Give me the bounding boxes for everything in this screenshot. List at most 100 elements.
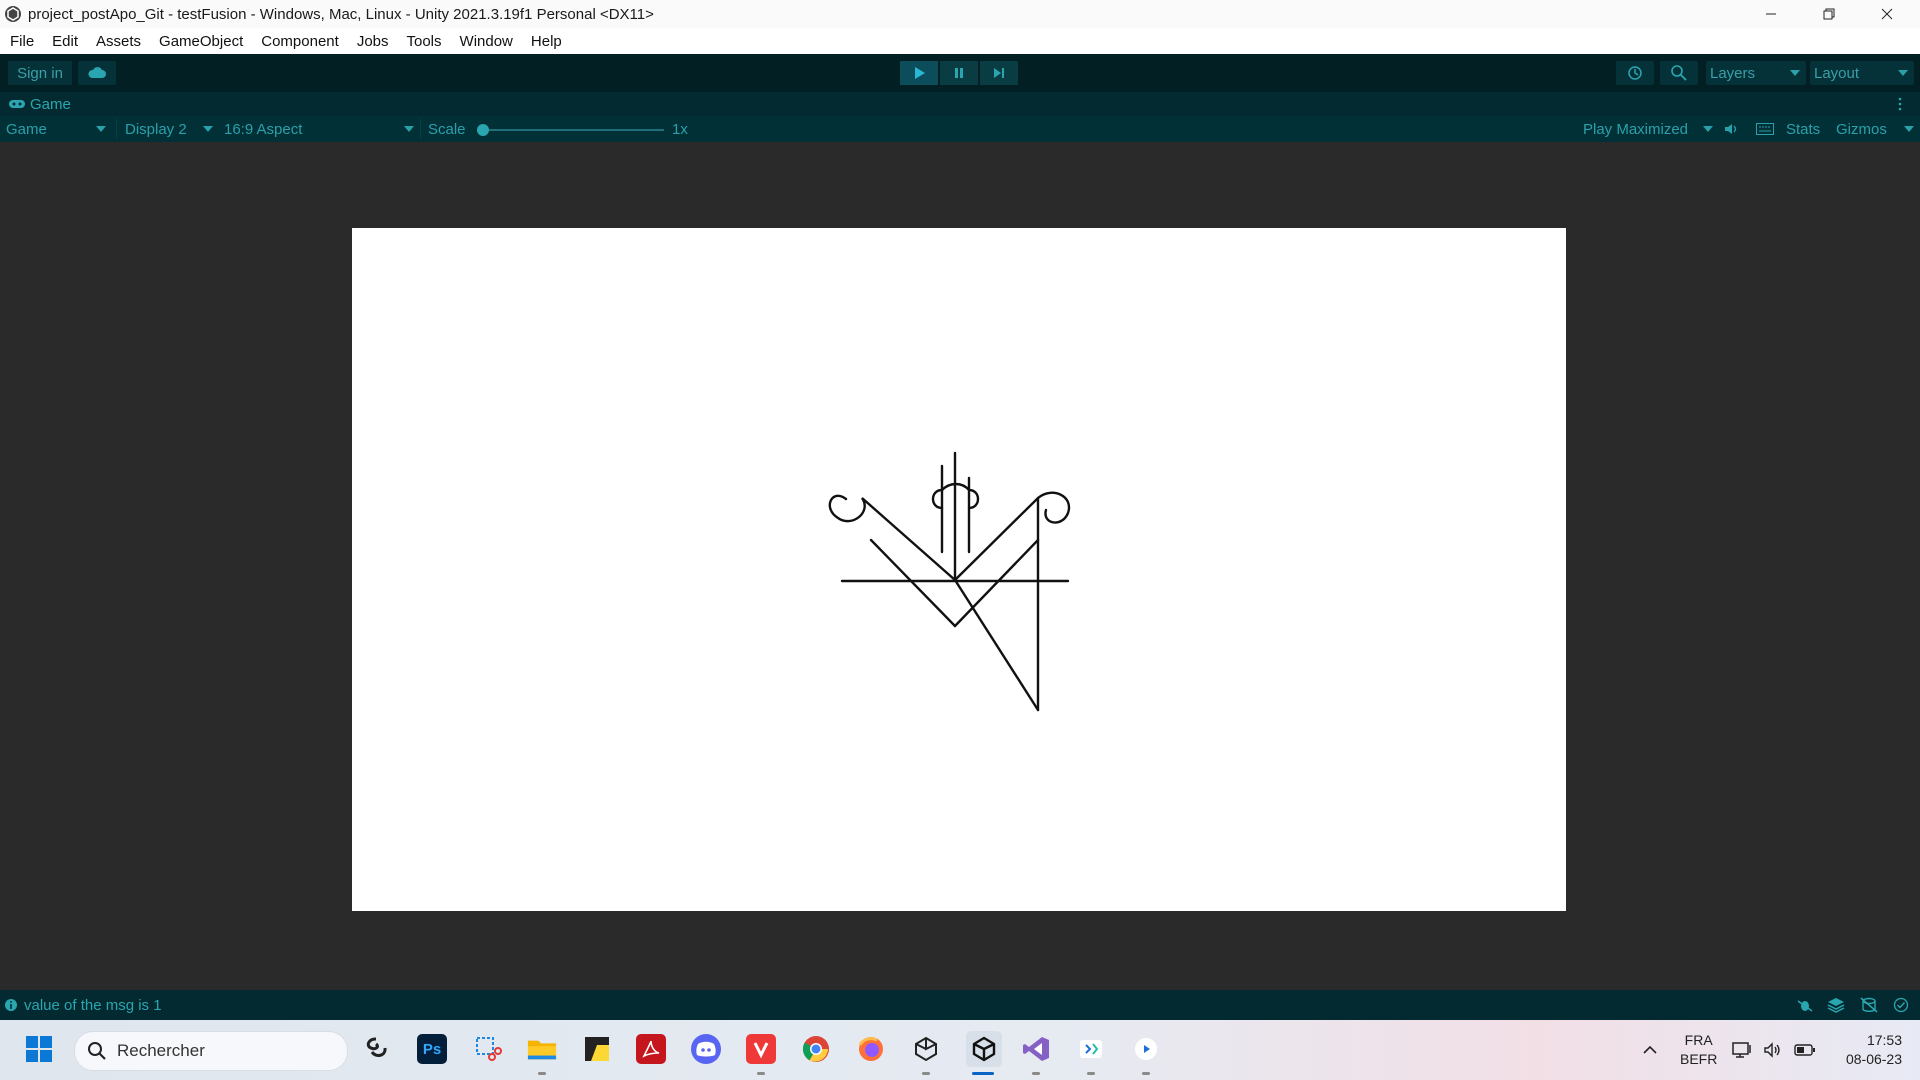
title-bar: project_postApo_Git - testFusion - Windo…: [0, 0, 1920, 28]
game-mode-dropdown[interactable]: Game: [6, 116, 110, 142]
start-button[interactable]: [24, 1034, 54, 1064]
play-icon: [915, 67, 925, 79]
aspect-dropdown[interactable]: 16:9 Aspect: [224, 116, 416, 142]
photoshop-app-icon[interactable]: Ps: [417, 1034, 447, 1064]
chrome-app-icon[interactable]: [801, 1034, 831, 1064]
windows-logo-icon: [26, 1036, 52, 1062]
layers-label: Layers: [1710, 64, 1756, 82]
copilot-icon: [366, 1037, 387, 1057]
step-button[interactable]: [980, 61, 1018, 85]
firefox-app-icon[interactable]: [856, 1034, 886, 1064]
layers-stack-icon[interactable]: [1827, 997, 1845, 1013]
cloud-button[interactable]: [78, 61, 116, 85]
acrobat-icon: [642, 1040, 660, 1058]
chevron-up-icon: [1643, 1045, 1657, 1054]
layout-dropdown[interactable]: Layout: [1810, 61, 1914, 85]
menu-edit[interactable]: Edit: [42, 33, 86, 50]
menu-tools[interactable]: Tools: [397, 33, 450, 50]
mute-audio-toggle[interactable]: [1722, 116, 1742, 142]
minimize-button[interactable]: [1742, 0, 1800, 28]
game-tab-bar: Game: [0, 92, 1920, 116]
language-indicator[interactable]: FRA BEFR: [1680, 1020, 1717, 1080]
scale-slider-track[interactable]: [484, 129, 664, 131]
snipping-tool-app-icon[interactable]: [473, 1034, 503, 1064]
visual-studio-app-icon[interactable]: [1021, 1034, 1051, 1064]
menu-window[interactable]: Window: [450, 33, 521, 50]
shortcuts-toggle[interactable]: [1754, 116, 1776, 142]
history-button[interactable]: [1616, 61, 1654, 85]
visual-studio-icon: [1023, 1037, 1049, 1061]
network-icon: [1732, 1042, 1751, 1058]
unity-logo-icon: [5, 6, 21, 22]
menu-jobs[interactable]: Jobs: [347, 33, 397, 50]
acrobat-app-icon[interactable]: [636, 1034, 666, 1064]
scale-value: 1x: [672, 120, 688, 138]
close-button[interactable]: [1858, 0, 1916, 28]
unity-hub-app-icon[interactable]: [911, 1034, 941, 1064]
status-bar: value of the msg is 1: [0, 990, 1920, 1020]
unity-editor-app-icon[interactable]: [966, 1031, 1002, 1067]
display-dropdown[interactable]: Display 2: [125, 116, 215, 142]
history-icon: [1628, 66, 1642, 80]
sticky-note-icon: [585, 1037, 609, 1061]
pause-button[interactable]: [940, 61, 978, 85]
play-button[interactable]: [900, 61, 938, 85]
menu-gameobject[interactable]: GameObject: [149, 33, 251, 50]
file-explorer-app-icon[interactable]: [527, 1034, 557, 1064]
stats-label: Stats: [1786, 120, 1821, 138]
running-indicator: [1032, 1072, 1040, 1075]
menu-help[interactable]: Help: [521, 33, 570, 50]
discord-app-icon[interactable]: [691, 1034, 721, 1064]
chevron-down-icon: [1898, 70, 1908, 76]
running-indicator: [1142, 1072, 1150, 1075]
language-label: FRA: [1684, 1032, 1713, 1048]
vivaldi-app-icon[interactable]: [746, 1034, 776, 1064]
vs-code-insiders-app-icon[interactable]: [1076, 1034, 1106, 1064]
bug-icon[interactable]: [1796, 997, 1814, 1013]
info-icon: [5, 999, 17, 1011]
layers-dropdown[interactable]: Layers: [1706, 61, 1806, 85]
play-maximized-label: Play Maximized: [1583, 120, 1689, 138]
main-toolbar: Sign in Layers Layout: [0, 54, 1920, 92]
window-title: project_postApo_Git - testFusion - Windo…: [28, 5, 654, 23]
play-maximized-dropdown[interactable]: Play Maximized: [1583, 116, 1713, 142]
discord-icon: [696, 1041, 716, 1057]
volume-icon: [1764, 1042, 1780, 1058]
taskbar-search[interactable]: Rechercher: [74, 1031, 348, 1071]
gizmos-dropdown[interactable]: Gizmos: [1836, 116, 1916, 142]
scale-slider-handle[interactable]: [477, 124, 489, 136]
unity-hub-icon: [915, 1036, 937, 1062]
firefox-icon: [858, 1037, 883, 1061]
tab-game[interactable]: Game: [8, 94, 71, 114]
media-player-app-icon[interactable]: [1131, 1034, 1161, 1064]
quick-settings[interactable]: [1732, 1020, 1816, 1080]
game-render-canvas[interactable]: [352, 228, 1566, 911]
sticky-notes-app-icon[interactable]: [582, 1034, 612, 1064]
media-play-icon: [1135, 1038, 1157, 1060]
clock[interactable]: 17:53 08-06-23: [1832, 1020, 1902, 1080]
menu-assets[interactable]: Assets: [86, 33, 149, 50]
photoshop-icon: Ps: [422, 1040, 442, 1058]
menu-bar: File Edit Assets GameObject Component Jo…: [0, 28, 1920, 55]
search-button[interactable]: [1660, 61, 1698, 85]
sign-in-button[interactable]: Sign in: [8, 61, 72, 85]
console-message[interactable]: value of the msg is 1: [24, 997, 162, 1014]
show-hidden-icons-button[interactable]: [1640, 1020, 1660, 1080]
check-circle-icon[interactable]: [1893, 997, 1909, 1013]
copilot-app-icon[interactable]: [361, 1034, 391, 1064]
restore-button[interactable]: [1800, 0, 1858, 28]
more-options-icon[interactable]: [1897, 96, 1903, 112]
chrome-icon: [802, 1036, 829, 1062]
game-mode-label: Game: [6, 120, 47, 138]
battery-icon: [1794, 1044, 1815, 1056]
chevron-down-icon: [404, 126, 414, 132]
stats-button[interactable]: Stats: [1786, 116, 1820, 142]
keyboard-icon: [1756, 123, 1774, 135]
menu-component[interactable]: Component: [251, 33, 347, 50]
menu-file[interactable]: File: [0, 33, 42, 50]
running-indicator: [1087, 1072, 1095, 1075]
sign-in-label: Sign in: [17, 64, 63, 82]
chevron-down-icon: [96, 126, 106, 132]
cache-disabled-icon[interactable]: [1860, 997, 1878, 1013]
chevron-down-icon: [1703, 126, 1713, 132]
